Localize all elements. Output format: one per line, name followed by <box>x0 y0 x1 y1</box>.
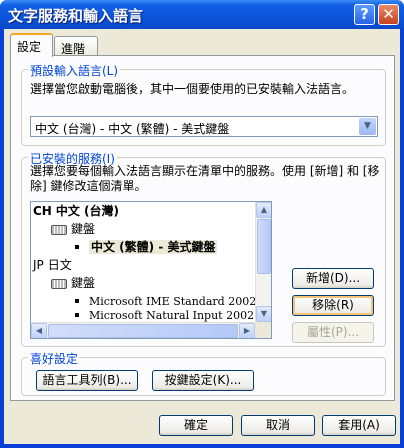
tree-item-chinese-taiwan[interactable]: CH 中文 (台灣) <box>33 204 119 219</box>
help-button[interactable]: ? <box>354 4 375 25</box>
ok-button[interactable]: 確定 <box>159 415 233 436</box>
close-button[interactable]: ✕ <box>378 4 399 25</box>
settings-panel: 預設輸入語言(L) 選擇當您啟動電腦後，其中一個要使用的已安裝輸入法語言。 中文… <box>10 55 395 401</box>
tab-settings[interactable]: 設定 <box>10 33 53 57</box>
tree-item-keyboard[interactable]: 鍵盤 <box>51 222 95 237</box>
bullet-icon <box>75 313 79 317</box>
services-tree[interactable]: CH 中文 (台灣) 鍵盤 中文 (繁體) - 美式鍵盤 JP 日文 鍵盤 Mi… <box>30 201 272 339</box>
installed-services-description: 選擇您要每個輸入法語言顯示在清單中的服務。使用 [新增] 和 [移除] 鍵修改這… <box>30 164 380 193</box>
dialog-client: 設定 進階 預設輸入語言(L) 選擇當您啟動電腦後，其中一個要使用的已安裝輸入法… <box>4 29 400 444</box>
horizontal-scroll-thumb[interactable] <box>48 324 238 338</box>
bullet-icon <box>75 244 79 249</box>
remove-button[interactable]: 移除(R) <box>292 295 374 316</box>
default-language-value: 中文 (台灣) - 中文 (繁體) - 美式鍵盤 <box>35 122 230 136</box>
tree-item-natural-input[interactable]: Microsoft Natural Input 2002 ver. 8 <box>75 308 271 323</box>
bullet-icon <box>75 299 79 303</box>
key-settings-button[interactable]: 按鍵設定(K)... <box>152 370 254 391</box>
default-language-group: 預設輸入語言(L) 選擇當您啟動電腦後，其中一個要使用的已安裝輸入法語言。 中文… <box>21 62 386 146</box>
scrollbar-corner <box>255 322 271 338</box>
add-button[interactable]: 新增(D)... <box>292 268 374 289</box>
apply-button[interactable]: 套用(A) <box>322 415 396 436</box>
default-language-description: 選擇當您啟動電腦後，其中一個要使用的已安裝輸入法語言。 <box>30 82 355 96</box>
properties-button[interactable]: 屬性(P)... <box>292 322 374 343</box>
language-badge: JP <box>33 258 44 272</box>
title-bar[interactable]: 文字服務和輸入語言 ? ✕ <box>0 0 404 29</box>
tree-item-ime-standard[interactable]: Microsoft IME Standard 2002 ver. 8 <box>75 294 271 309</box>
dialog-window: 文字服務和輸入語言 ? ✕ 設定 進階 預設輸入語言(L) 選擇當您啟動電腦後，… <box>0 0 404 448</box>
scroll-right-icon[interactable]: ▶ <box>239 323 255 338</box>
tree-item-keyboard[interactable]: 鍵盤 <box>51 276 95 291</box>
scroll-down-icon[interactable]: ▼ <box>256 306 271 322</box>
preferences-group: 喜好設定 語言工具列(B)... 按鍵設定(K)... <box>21 350 386 396</box>
horizontal-scrollbar[interactable]: ◀ ▶ <box>31 322 255 338</box>
default-language-select[interactable]: 中文 (台灣) - 中文 (繁體) - 美式鍵盤 ▼ <box>30 116 378 137</box>
vertical-scrollbar[interactable]: ▲ ▼ <box>255 202 271 322</box>
language-bar-button[interactable]: 語言工具列(B)... <box>36 370 138 391</box>
preferences-title: 喜好設定 <box>28 350 81 367</box>
scroll-left-icon[interactable]: ◀ <box>31 323 47 338</box>
language-badge: CH <box>33 204 52 218</box>
default-language-title: 預設輸入語言(L) <box>28 62 121 79</box>
keyboard-icon <box>51 224 67 235</box>
tree-item-japanese[interactable]: JP 日文 <box>33 258 72 273</box>
installed-services-group: 已安裝的服務(I) 選擇您要每個輸入法語言顯示在清單中的服務。使用 [新增] 和… <box>21 150 386 347</box>
window-title: 文字服務和輸入語言 <box>8 7 144 25</box>
tab-advanced[interactable]: 進階 <box>54 36 98 57</box>
cancel-button[interactable]: 取消 <box>241 415 315 436</box>
tree-item-us-keyboard[interactable]: 中文 (繁體) - 美式鍵盤 <box>75 240 218 255</box>
vertical-scroll-thumb[interactable] <box>257 219 271 274</box>
scroll-up-icon[interactable]: ▲ <box>256 202 271 218</box>
chevron-down-icon[interactable]: ▼ <box>359 118 376 135</box>
keyboard-icon <box>51 278 67 289</box>
